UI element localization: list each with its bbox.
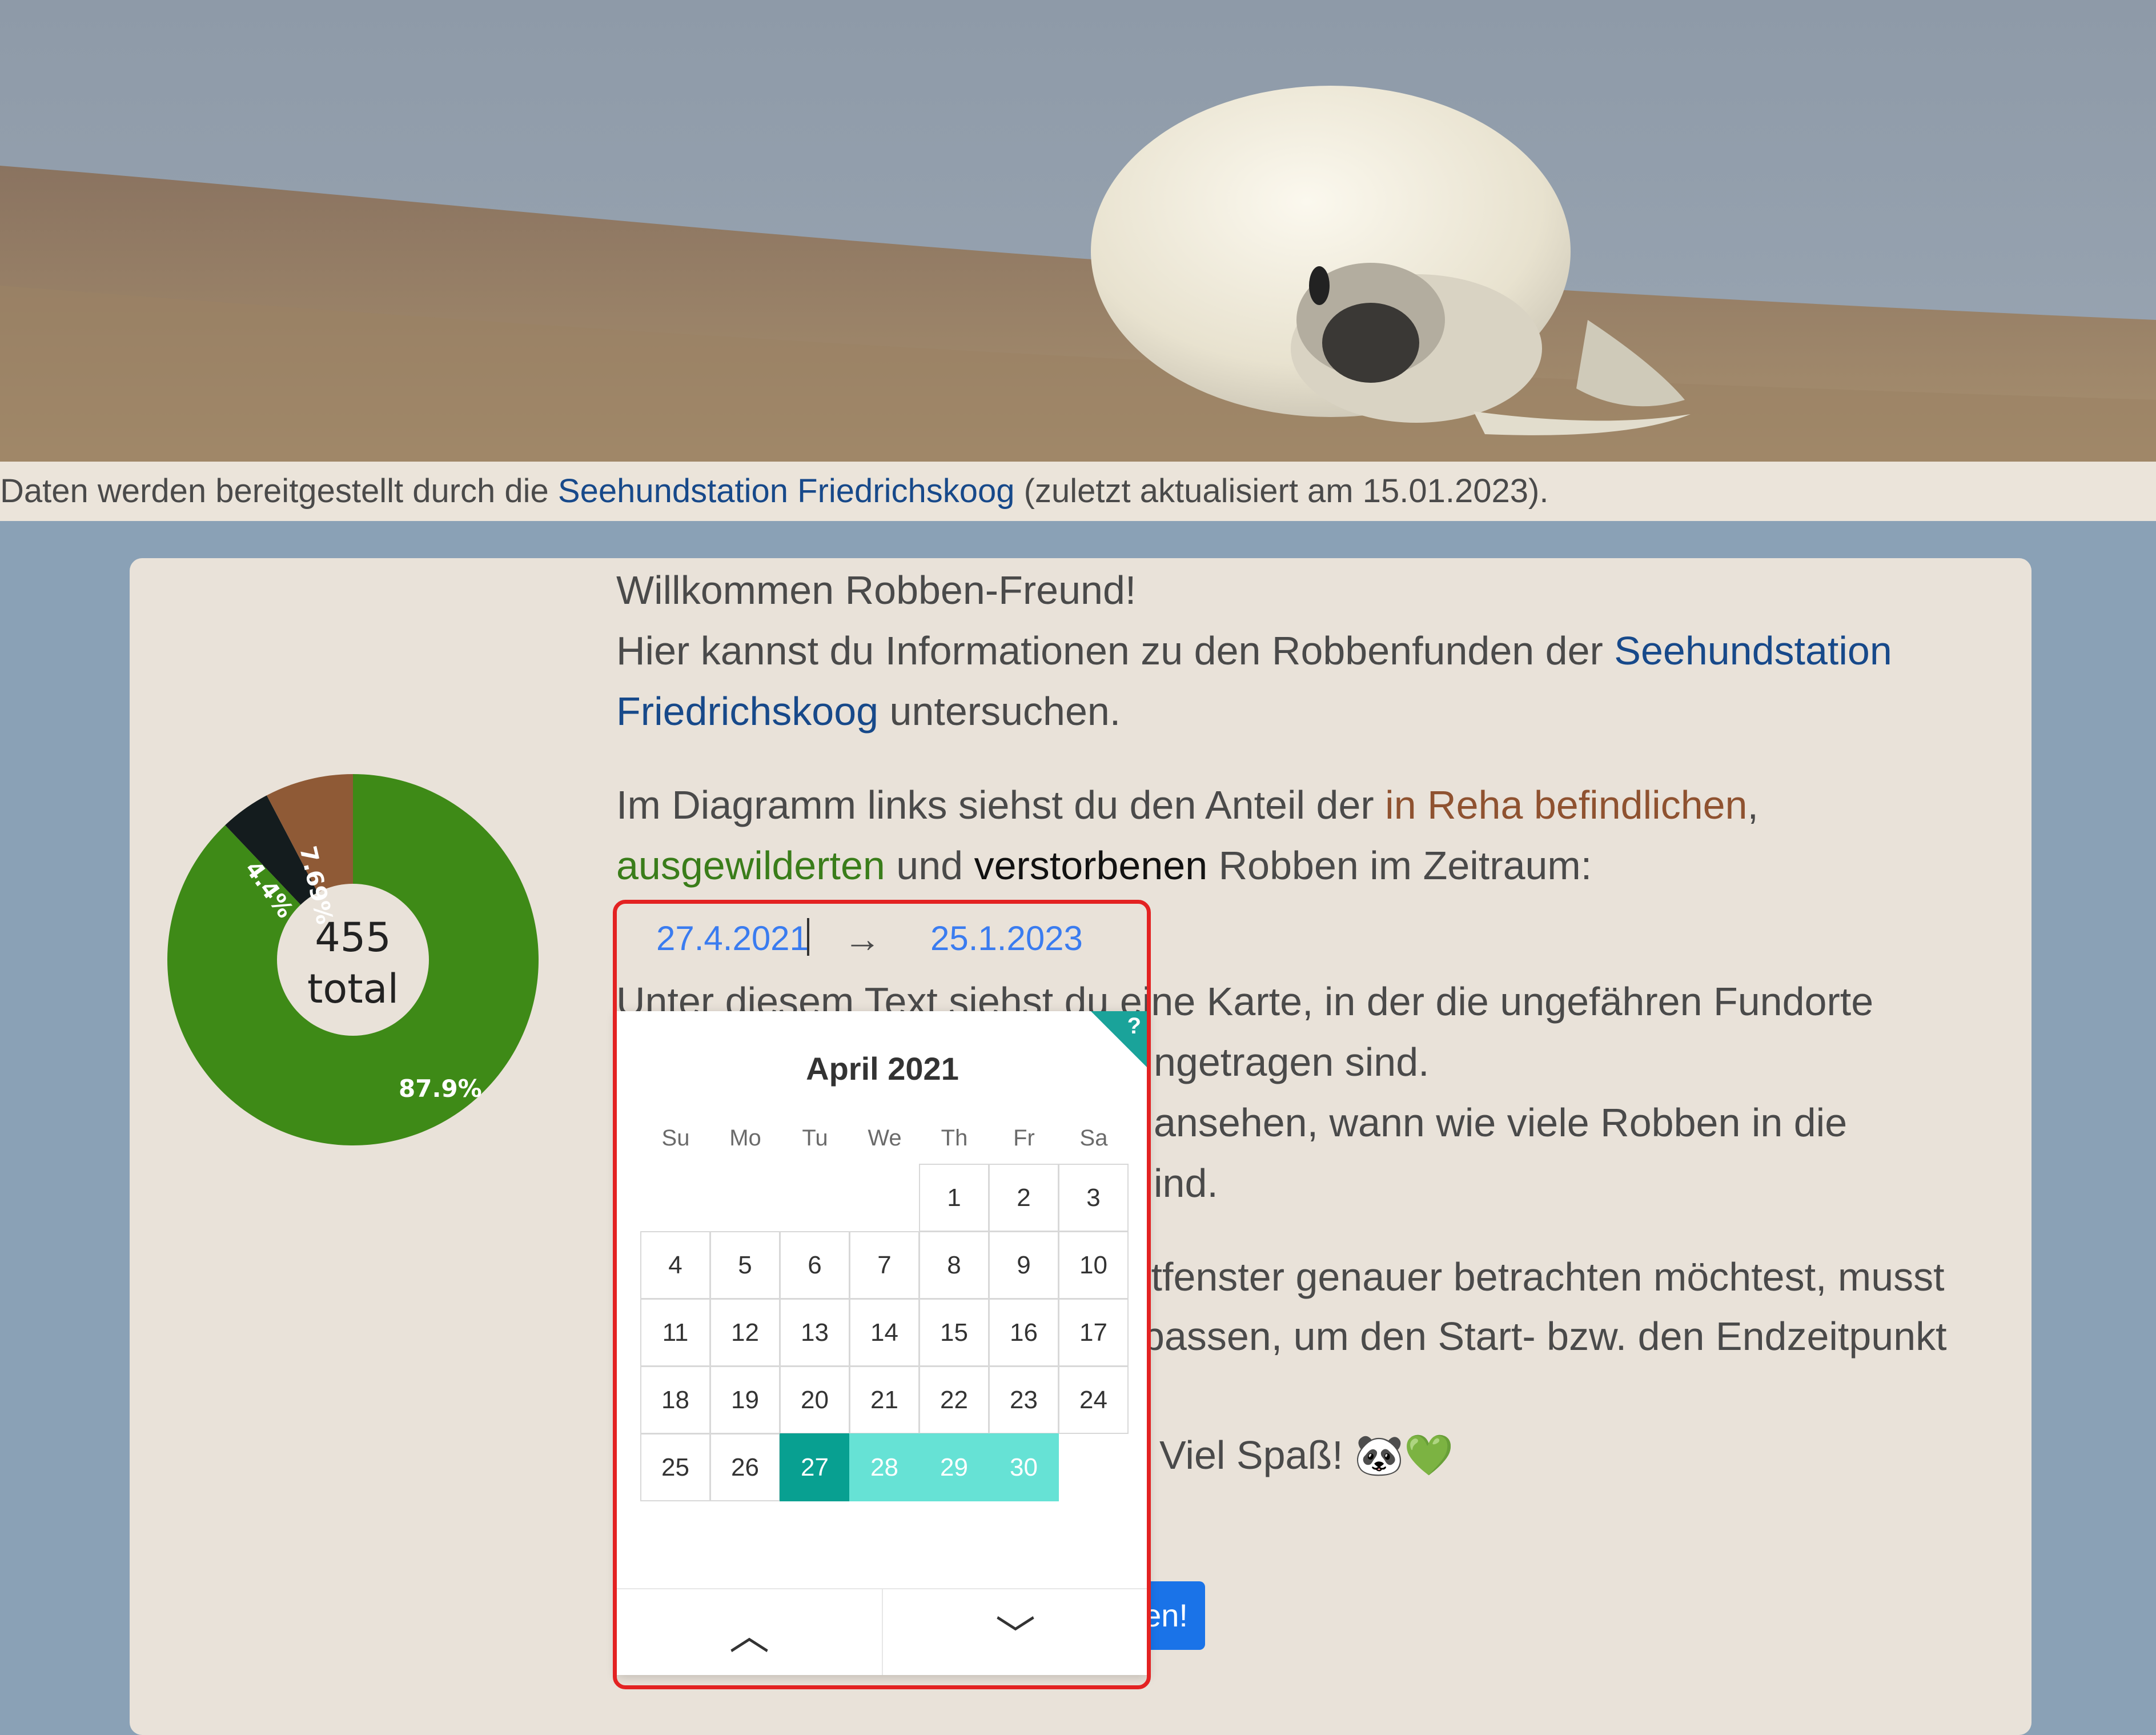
weekday-sa: Sa [1079, 1125, 1108, 1151]
day-20[interactable]: 20 [780, 1366, 850, 1434]
weekday-fr: Fr [1013, 1125, 1035, 1151]
diagram-description: Im Diagramm links siehst du den Anteil d… [616, 775, 2016, 896]
calendar-grid: 1 2 3 4 5 6 7 8 9 10 11 12 13 14 15 16 17 18 19 20 21 22 23 24 2… [640, 1164, 1129, 1501]
weekday-mo: Mo [729, 1125, 761, 1151]
day-16[interactable]: 16 [989, 1299, 1059, 1367]
range-arrow-icon: → [844, 917, 881, 960]
end-date-input[interactable]: 25.1.2023 [930, 907, 1083, 970]
time-text-line-1: itfenster genauer betrachten möchtest, m… [1142, 1255, 1945, 1299]
day-30[interactable]: 30 [989, 1433, 1059, 1501]
attribution-bar: Daten werden bereitgestellt durch die Se… [0, 462, 2156, 521]
day-6[interactable]: 6 [780, 1231, 850, 1299]
diagram-und: und [885, 843, 974, 888]
day-29[interactable]: 29 [919, 1433, 989, 1501]
diagram-comma: , [1747, 783, 1758, 827]
donut-total-label: total [307, 965, 399, 1012]
day-23[interactable]: 23 [989, 1366, 1059, 1434]
hero-image [0, 0, 2156, 462]
day-5[interactable]: 5 [710, 1231, 780, 1299]
weekday-tu: Tu [802, 1125, 828, 1151]
day-18[interactable]: 18 [640, 1366, 710, 1434]
weekday-th: Th [941, 1125, 968, 1151]
empty-day-cell [710, 1164, 780, 1232]
day-2[interactable]: 2 [989, 1164, 1059, 1232]
day-13[interactable]: 13 [780, 1299, 850, 1367]
day-10[interactable]: 10 [1058, 1231, 1129, 1299]
help-icon[interactable]: ? [1127, 1013, 1141, 1039]
day-24[interactable]: 24 [1058, 1366, 1129, 1434]
day-28[interactable]: 28 [849, 1433, 920, 1501]
date-picker-popup: ? April 2021 Su Mo Tu We Th Fr Sa 1 2 3 4 5 6 7 8 9 10 1… [617, 1011, 1148, 1675]
day-22[interactable]: 22 [919, 1366, 989, 1434]
day-7[interactable]: 7 [849, 1231, 920, 1299]
day-11[interactable]: 11 [640, 1299, 710, 1367]
intro-suffix: untersuchen. [878, 689, 1121, 734]
prev-month-button[interactable]: ︿ [617, 1589, 882, 1675]
day-8[interactable]: 8 [919, 1231, 989, 1299]
donut-svg: 455 total 87.9% 4.4% 7.69% [167, 774, 539, 1145]
intro-line: Hier kannst du Informationen zu den Robb… [616, 620, 2016, 742]
diagram-suffix: Robben im Zeitraum: [1207, 843, 1592, 888]
seehundstation-link[interactable]: Seehundstation Friedrichskoog [558, 472, 1015, 510]
empty-day-cell [640, 1164, 710, 1232]
time-text-line-2: passen, um den Start- bzw. den Endzeitpu… [1142, 1314, 1947, 1359]
day-21[interactable]: 21 [849, 1366, 920, 1434]
intro-text: Willkommen Robben-Freund! Hier kannst du… [616, 560, 2016, 896]
weekday-su: Su [661, 1125, 690, 1151]
weekday-header: Su Mo Tu We Th Fr Sa [641, 1125, 1129, 1151]
attribution-suffix: (zuletzt aktualisiert am 15.01.2023). [1014, 472, 1549, 510]
donut-label-ausgewildert: 87.9% [399, 1075, 482, 1103]
day-12[interactable]: 12 [710, 1299, 780, 1367]
map-text-line-3: ansehen, wann wie viele Robben in die [1154, 1100, 1848, 1145]
day-15[interactable]: 15 [919, 1299, 989, 1367]
day-25[interactable]: 25 [640, 1433, 710, 1501]
day-1[interactable]: 1 [919, 1164, 989, 1232]
text-caret [807, 918, 809, 956]
day-3[interactable]: 3 [1058, 1164, 1129, 1232]
empty-day-cell [780, 1164, 850, 1232]
picker-nav: ︿ ﹀ [617, 1588, 1148, 1675]
day-14[interactable]: 14 [849, 1299, 920, 1367]
empty-day-cell [849, 1164, 920, 1232]
intro-prefix: Hier kannst du Informationen zu den Robb… [616, 628, 1615, 673]
next-month-button[interactable]: ﹀ [882, 1589, 1148, 1675]
day-4[interactable]: 4 [640, 1231, 710, 1299]
day-26[interactable]: 26 [710, 1433, 780, 1501]
diagram-prefix: Im Diagramm links siehst du den Anteil d… [616, 783, 1386, 827]
weekday-we: We [868, 1125, 902, 1151]
fun-line: Viel Spaß! 🐼💚 [1159, 1433, 1454, 1477]
map-text-line-4: ind. [1154, 1161, 1218, 1205]
attribution-prefix: Daten werden bereitgestellt durch die [0, 472, 558, 510]
empty-day-cell [1058, 1433, 1129, 1501]
day-9[interactable]: 9 [989, 1231, 1059, 1299]
day-27[interactable]: 27 [780, 1433, 850, 1501]
start-date-input[interactable]: 27.4.2021 [656, 907, 809, 970]
reha-term: in Reha befindlichen [1385, 783, 1748, 827]
day-19[interactable]: 19 [710, 1366, 780, 1434]
donut-chart: 455 total 87.9% 4.4% 7.69% [164, 771, 541, 1148]
chevron-down-icon: ﹀ [995, 1613, 1035, 1658]
wild-term: ausgewilderten [616, 843, 885, 888]
dead-term: verstorbenen [974, 843, 1208, 888]
chevron-up-icon: ︿ [729, 1613, 769, 1658]
picker-month-title: April 2021 [806, 1051, 959, 1087]
welcome-line: Willkommen Robben-Freund! [616, 568, 1137, 612]
map-text-line-2: ngetragen sind. [1154, 1040, 1430, 1084]
day-17[interactable]: 17 [1058, 1299, 1129, 1367]
